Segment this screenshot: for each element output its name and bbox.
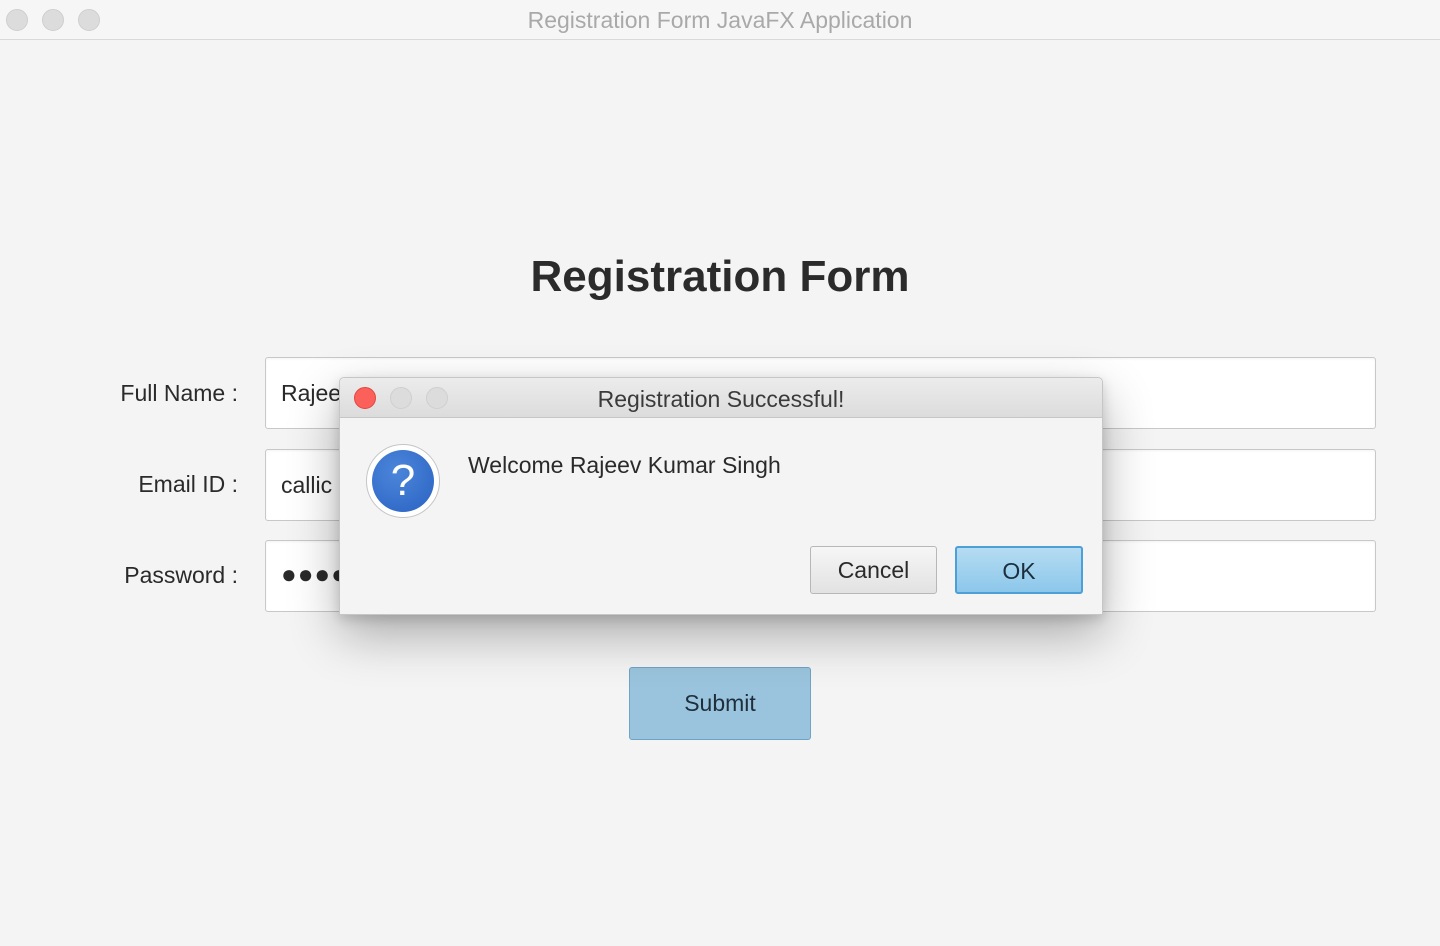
email-value: callic — [281, 472, 333, 498]
window-titlebar: Registration Form JavaFX Application — [0, 0, 1440, 40]
registration-success-dialog: Registration Successful! ? Welcome Rajee… — [339, 377, 1103, 615]
dialog-title: Registration Successful! — [597, 386, 845, 412]
password-value: ●●●● — [281, 559, 348, 589]
ok-button[interactable]: OK — [955, 546, 1083, 594]
dialog-titlebar: Registration Successful! — [340, 378, 1102, 418]
email-label: Email ID : — [138, 471, 238, 497]
dialog-message: Welcome Rajeev Kumar Singh — [468, 452, 781, 478]
submit-button[interactable]: Submit — [629, 667, 811, 740]
main-window: Registration Form JavaFX Application Reg… — [0, 0, 1440, 946]
full-name-value: Rajee — [281, 380, 342, 406]
window-title: Registration Form JavaFX Application — [527, 7, 913, 33]
question-icon: ? — [366, 444, 440, 518]
cancel-button[interactable]: Cancel — [810, 546, 937, 594]
question-mark-glyph: ? — [372, 450, 434, 512]
full-name-label: Full Name : — [120, 380, 238, 406]
form-heading: Registration Form — [530, 252, 910, 301]
password-label: Password : — [124, 562, 238, 588]
